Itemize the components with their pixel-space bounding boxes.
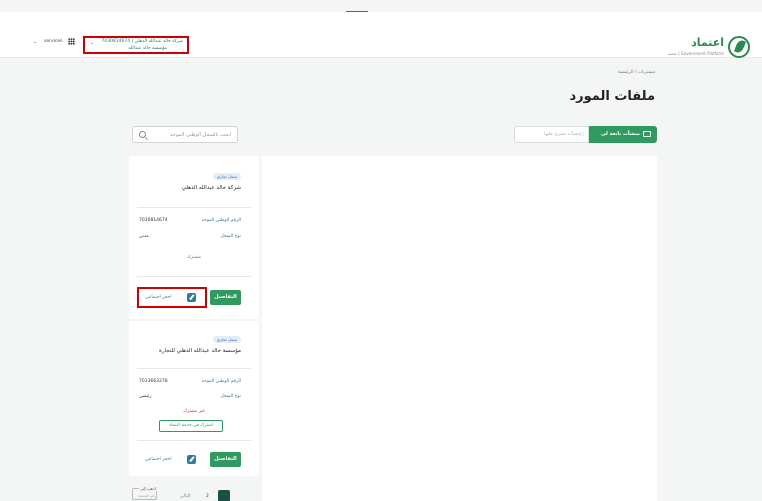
subscription-status: غير مشترك bbox=[183, 409, 205, 414]
search-icon bbox=[139, 131, 146, 138]
unified-number-value: 7030814674 bbox=[139, 218, 168, 223]
entity-name: شركة خالد عبدالله الدهلي | 7030814674 bbox=[101, 39, 183, 44]
edit-icon[interactable] bbox=[187, 293, 196, 302]
book-meeting-link[interactable]: احجز اجتماعي bbox=[145, 457, 172, 462]
goto-placeholder: رقم الصفحة bbox=[138, 494, 156, 498]
record-type-badge: سجل تجاري bbox=[212, 336, 241, 343]
breadcrumb[interactable]: مشتريات / الرئيسية bbox=[618, 70, 655, 75]
chevron-down-icon[interactable]: ⌄ bbox=[33, 39, 37, 45]
folder-icon bbox=[643, 131, 651, 137]
page-1-button[interactable] bbox=[218, 490, 230, 501]
record-type-value: مدني bbox=[139, 234, 149, 239]
details-button[interactable]: التفاصيل bbox=[210, 290, 241, 305]
tab-label: منشآت مصرح عليها bbox=[544, 132, 581, 137]
grid-icon[interactable] bbox=[68, 38, 75, 45]
page-2-button[interactable]: 2 bbox=[206, 494, 209, 499]
record-type-label: نوع السجل bbox=[220, 234, 241, 239]
tabs: منشآت مصرح عليها ⚇ منشآت تابعة لي bbox=[514, 126, 657, 143]
tab-authorized[interactable]: منشآت مصرح عليها ⚇ bbox=[514, 126, 589, 143]
divider bbox=[137, 276, 251, 277]
subscribe-button[interactable]: اشترك في خدمة اعتماد bbox=[159, 420, 223, 432]
entity-switcher[interactable]: شركة خالد عبدالله الدهلي | 7030814674 مؤ… bbox=[83, 36, 189, 54]
tab-label: منشآت تابعة لي bbox=[600, 131, 640, 137]
next-page-button[interactable]: التالي bbox=[180, 494, 190, 499]
record-type-label: نوع السجل bbox=[220, 394, 241, 399]
unified-number-label: الرقم الوطني الموحد bbox=[201, 379, 241, 384]
logo-sub: Government Platform | منصة bbox=[668, 51, 724, 56]
header-bar: اعتماد Government Platform | منصة شركة خ… bbox=[0, 12, 762, 58]
record-type-badge: سجل تجاري bbox=[212, 173, 241, 180]
divider bbox=[137, 368, 251, 369]
subscription-status: مشترك bbox=[187, 255, 201, 260]
page-title: ملفات المورد bbox=[569, 89, 655, 104]
chevron-down-icon: ⌄ bbox=[90, 40, 95, 46]
divider bbox=[137, 440, 251, 441]
etimad-logo[interactable]: اعتماد Government Platform | منصة bbox=[668, 36, 750, 60]
supplier-card[interactable]: سجل تجاري شركة خالد عبدالله الدهلي الرقم… bbox=[129, 156, 259, 319]
entity-sub: مؤسسة خالد عبدالله bbox=[128, 46, 167, 51]
supplier-card[interactable]: سجل تجاري مؤسسة خالد عبدالله الدهلي للتج… bbox=[129, 321, 259, 476]
supplier-list: سجل تجاري شركة خالد عبدالله الدهلي الرقم… bbox=[129, 156, 259, 501]
search-input[interactable]: ابحث بالسجل الوطني الموحد bbox=[132, 126, 238, 143]
logo-name: اعتماد bbox=[691, 36, 724, 49]
supplier-name: شركة خالد عبدالله الدهلي bbox=[181, 185, 241, 191]
pagination: 2 التالي اذهب إلى رقم الصفحة bbox=[132, 486, 232, 501]
unified-number-value: 7013663278 bbox=[139, 379, 168, 384]
goto-label: اذهب إلى bbox=[139, 486, 157, 491]
user-icon: ⚇ bbox=[579, 131, 585, 138]
goto-page-input[interactable]: اذهب إلى رقم الصفحة bbox=[132, 486, 157, 500]
details-button[interactable]: التفاصيل bbox=[210, 452, 241, 467]
unified-number-label: الرقم الوطني الموحد bbox=[201, 218, 241, 223]
tab-owned[interactable]: منشآت تابعة لي bbox=[589, 126, 657, 143]
details-panel bbox=[262, 156, 657, 501]
search-placeholder: ابحث بالسجل الوطني الموحد bbox=[170, 132, 231, 138]
supplier-name: مؤسسة خالد عبدالله الدهلي للتجارة bbox=[158, 348, 241, 354]
services-menu[interactable]: services bbox=[44, 39, 62, 44]
edit-icon[interactable] bbox=[187, 455, 196, 464]
divider bbox=[137, 207, 251, 208]
book-meeting-link[interactable]: احجز اجتماعي bbox=[145, 295, 172, 300]
record-type-value: رئيسي bbox=[139, 394, 152, 399]
